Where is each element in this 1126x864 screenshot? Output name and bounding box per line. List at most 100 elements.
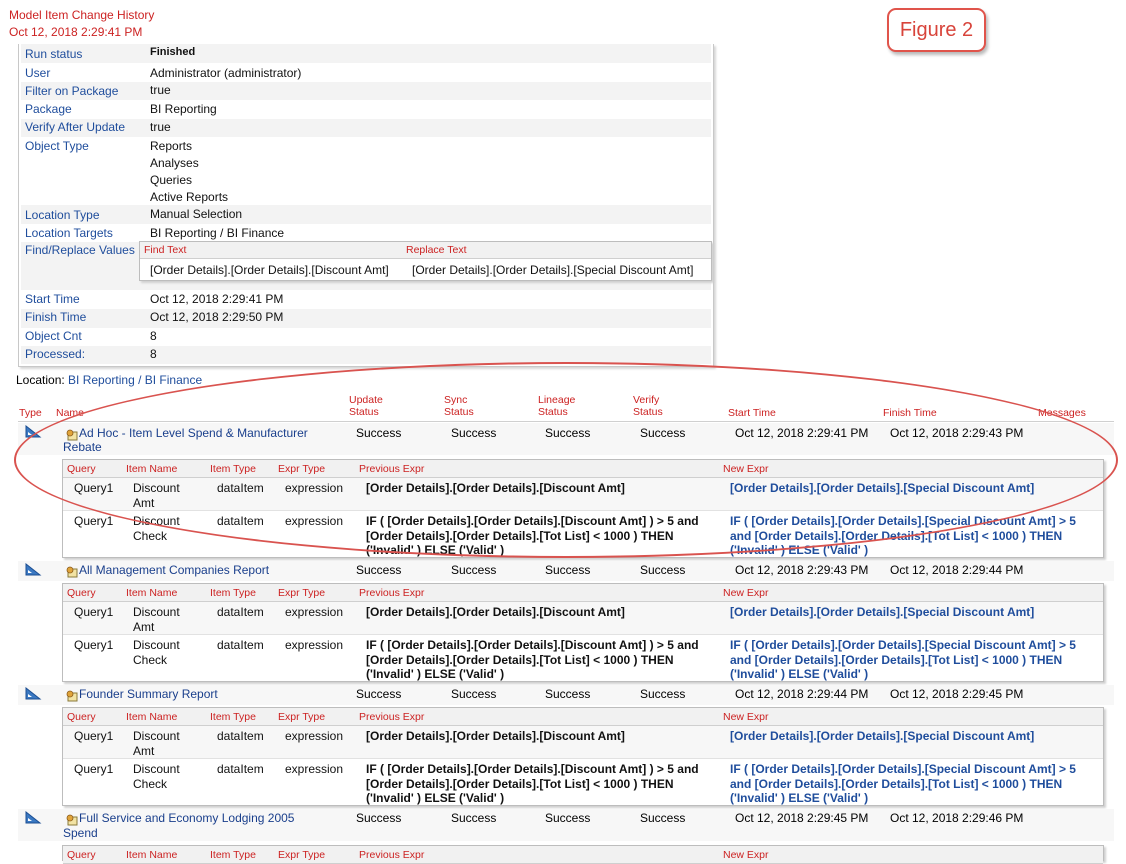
summary-key: Processed: xyxy=(25,347,86,361)
finish-time: Oct 12, 2018 2:29:44 PM xyxy=(890,563,1024,577)
item-name: Discount Amt xyxy=(133,729,180,758)
report-name-link[interactable]: All Management Companies Report xyxy=(79,563,269,577)
expr-type: expression xyxy=(285,638,344,652)
sub-col-new-expr: New Expr xyxy=(723,711,769,723)
sub-col-previous-expr: Previous Expr xyxy=(359,711,425,723)
report-object-icon xyxy=(66,566,78,578)
summary-key: Finish Time xyxy=(25,310,87,324)
run-summary-panel: Run status Finished User Administrator (… xyxy=(18,44,714,367)
query-name: Query1 xyxy=(74,605,114,619)
find-replace-table: Find Text Replace Text [Order Details].[… xyxy=(139,241,712,281)
summary-value: Manual Selection xyxy=(150,207,243,221)
summary-key: Package xyxy=(25,102,72,116)
query-name: Query1 xyxy=(74,481,114,495)
report-type-icon xyxy=(25,811,42,824)
sync-status: Success xyxy=(451,563,497,577)
summary-key: Filter on Package xyxy=(25,84,119,98)
new-expr: IF ( [Order Details].[Order Details].[Sp… xyxy=(730,638,1076,681)
item-name: Discount Amt xyxy=(133,605,180,634)
summary-row-object-cnt: Object Cnt 8 xyxy=(21,328,711,346)
sub-col-item-type: Item Type xyxy=(210,711,256,723)
summary-row-finish-time: Finish Time Oct 12, 2018 2:29:50 PM xyxy=(21,309,711,328)
sub-col-expr-type: Expr Type xyxy=(278,587,326,599)
lineage-status: Success xyxy=(545,563,591,577)
summary-value: BI Reporting / BI Finance xyxy=(150,226,285,240)
location-path: BI Reporting / BI Finance xyxy=(68,373,203,387)
report-name-link[interactable]: Full Service and Economy Lodging 2005 xyxy=(79,811,294,825)
col-type: Type xyxy=(19,407,42,419)
sub-col-expr-type: Expr Type xyxy=(278,463,326,475)
col-sync-status: Sync Status xyxy=(444,394,474,418)
report-name-link-cont[interactable]: Rebate xyxy=(63,440,102,454)
report-object-icon xyxy=(66,814,78,826)
summary-row-processed: Processed: 8 xyxy=(21,346,711,364)
query-name: Query1 xyxy=(74,729,114,743)
col-verify-status: Verify Status xyxy=(633,394,663,418)
summary-row-object-type: Object Type Reports Analyses Queries Act… xyxy=(21,137,711,205)
sub-col-item-name: Item Name xyxy=(126,711,178,723)
previous-expr: [Order Details].[Order Details].[Discoun… xyxy=(366,605,625,619)
update-status: Success xyxy=(356,687,402,701)
item-name: Discount Amt xyxy=(133,481,180,510)
sub-col-previous-expr: Previous Expr xyxy=(359,463,425,475)
summary-key: Object Cnt xyxy=(25,329,82,343)
expr-type: expression xyxy=(285,729,344,743)
change-detail-header: Query Item Name Item Type Expr Type Prev… xyxy=(63,708,1103,726)
sub-col-previous-expr: Previous Expr xyxy=(359,587,425,599)
update-status: Success xyxy=(356,811,402,825)
col-lineage-status: Lineage Status xyxy=(538,394,576,418)
previous-expr: [Order Details].[Order Details].[Discoun… xyxy=(366,481,625,495)
report-name-link[interactable]: Founder Summary Report xyxy=(79,687,218,701)
item-name: Discount Check xyxy=(133,514,180,543)
find-replace-header: Find Text Replace Text xyxy=(140,242,711,259)
previous-expr: [Order Details].[Order Details].[Discoun… xyxy=(366,729,625,743)
new-expr: IF ( [Order Details].[Order Details].[Sp… xyxy=(730,762,1076,805)
lineage-status: Success xyxy=(545,687,591,701)
item-name: Discount Check xyxy=(133,762,180,791)
summary-value: Oct 12, 2018 2:29:50 PM xyxy=(150,310,284,324)
item-type: dataItem xyxy=(217,729,264,743)
summary-key: Start Time xyxy=(25,292,80,306)
item-type: dataItem xyxy=(217,514,264,528)
sub-col-query: Query xyxy=(67,711,96,723)
summary-key: Location Targets xyxy=(25,226,113,240)
sub-col-previous-expr: Previous Expr xyxy=(359,849,425,861)
start-time: Oct 12, 2018 2:29:43 PM xyxy=(735,563,869,577)
report-name-link-cont[interactable]: Spend xyxy=(63,826,98,840)
summary-row-run-status: Run status Finished xyxy=(21,44,711,63)
summary-value: true xyxy=(150,83,171,97)
finish-time: Oct 12, 2018 2:29:43 PM xyxy=(890,426,1024,440)
previous-expr: IF ( [Order Details].[Order Details].[Di… xyxy=(366,514,699,557)
sub-col-new-expr: New Expr xyxy=(723,463,769,475)
verify-status: Success xyxy=(640,563,686,577)
expr-type: expression xyxy=(285,762,344,776)
verify-status: Success xyxy=(640,426,686,440)
col-name: Name xyxy=(56,407,85,419)
item-type: dataItem xyxy=(217,481,264,495)
new-expr: IF ( [Order Details].[Order Details].[Sp… xyxy=(730,514,1076,557)
summary-value: true xyxy=(150,120,171,134)
change-detail-header: Query Item Name Item Type Expr Type Prev… xyxy=(63,846,1103,864)
sub-col-item-name: Item Name xyxy=(126,587,178,599)
report-type-icon xyxy=(25,563,42,576)
new-expr: [Order Details].[Order Details].[Special… xyxy=(730,481,1035,495)
query-name: Query1 xyxy=(74,514,114,528)
change-detail-table: Query Item Name Item Type Expr Type Prev… xyxy=(62,845,1104,864)
report-type-icon xyxy=(25,687,42,700)
sub-col-item-type: Item Type xyxy=(210,587,256,599)
col-finish-time: Finish Time xyxy=(883,407,937,419)
replace-text-header: Replace Text xyxy=(406,244,467,256)
summary-value: 8 xyxy=(150,347,157,361)
start-time: Oct 12, 2018 2:29:41 PM xyxy=(735,426,869,440)
summary-row-start-time: Start Time Oct 12, 2018 2:29:41 PM xyxy=(21,291,711,309)
col-update-status: Update Status xyxy=(349,394,383,418)
location-line: Location: BI Reporting / BI Finance xyxy=(16,373,202,387)
report-name-link[interactable]: Ad Hoc - Item Level Spend & Manufacturer xyxy=(79,426,308,441)
sub-col-query: Query xyxy=(67,849,96,861)
update-status: Success xyxy=(356,563,402,577)
col-messages: Messages xyxy=(1038,407,1086,419)
expr-type: expression xyxy=(285,605,344,619)
figure-badge: Figure 2 xyxy=(887,8,986,52)
object-type-analyses: Analyses xyxy=(150,156,199,170)
header-divider xyxy=(18,421,1114,422)
